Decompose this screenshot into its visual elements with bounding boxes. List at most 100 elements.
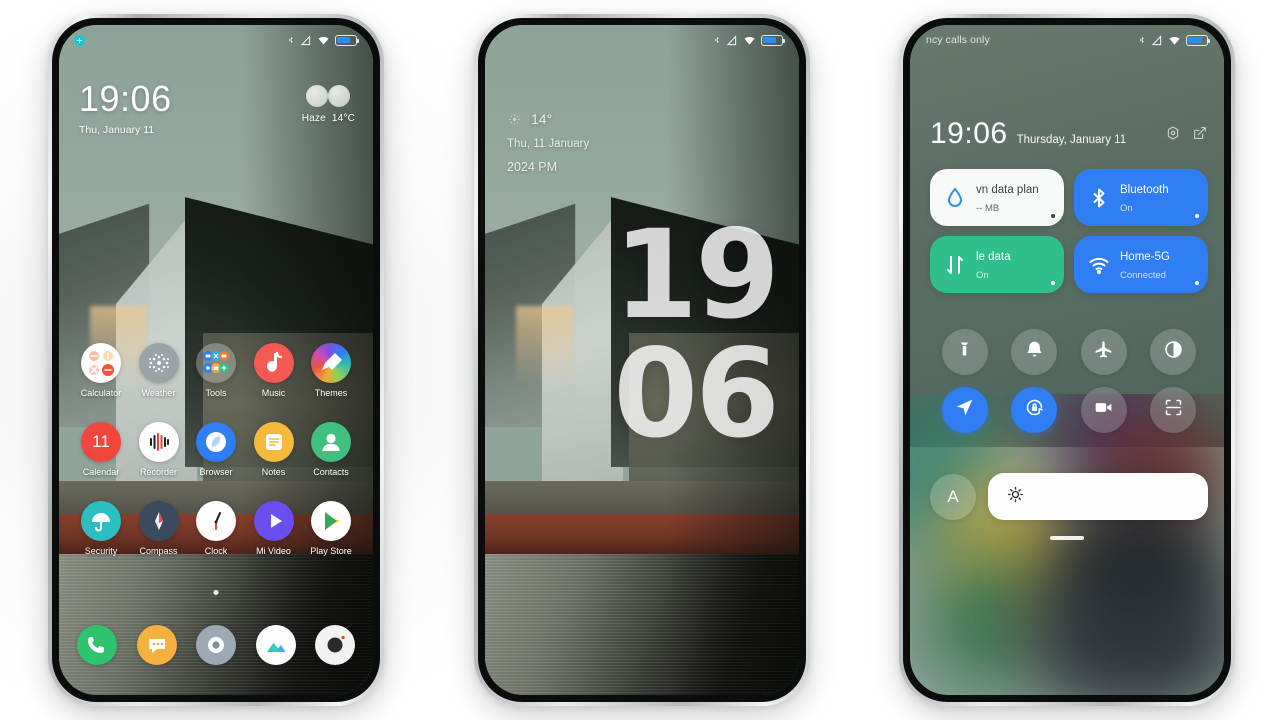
phone-bezel: 14° Thu, 11 January 2024 PM 19 06 — [478, 18, 806, 702]
phone-control-center: ncy calls only 19:06 Thursday, January 1… — [899, 14, 1235, 706]
location-toggle[interactable] — [941, 387, 988, 433]
mobile-data-tile[interactable]: le data On — [930, 236, 1064, 293]
toggle-grid — [930, 329, 1208, 433]
app-mi-video[interactable]: Mi Video — [246, 500, 302, 557]
settings-gear-icon[interactable] — [1165, 125, 1181, 146]
status-bar: ncy calls only — [910, 25, 1224, 55]
phone-icon[interactable] — [77, 625, 117, 665]
home-clock-widget[interactable]: 19:06 Thu, January 11 — [79, 81, 172, 137]
scanner-toggle[interactable] — [1150, 387, 1197, 433]
app-play-store[interactable]: Play Store — [303, 500, 359, 557]
page-indicator — [213, 590, 219, 595]
app-security[interactable]: Security — [73, 500, 129, 557]
calendar-day: 11 — [92, 431, 110, 451]
flashlight-icon — [954, 339, 975, 365]
app-row: 11 Calendar Recorder Browser Notes Conta… — [73, 421, 359, 478]
tile-label: Home-5G — [1120, 250, 1170, 263]
dock — [59, 625, 373, 665]
phone-bezel: ncy calls only 19:06 Thursday, January 1… — [903, 18, 1231, 702]
app-weather[interactable]: Weather — [131, 343, 187, 399]
app-label: Contacts — [313, 466, 349, 477]
lockscreen-date: Thu, 11 January — [507, 138, 590, 150]
bluetooth-icon — [1140, 37, 1144, 43]
drag-handle[interactable] — [1050, 536, 1084, 540]
camera-icon[interactable] — [315, 625, 355, 665]
app-clock[interactable]: Clock — [188, 500, 244, 557]
wifi-tile[interactable]: Home-5G Connected — [1074, 236, 1208, 293]
wifi-icon — [1169, 36, 1180, 45]
app-label: Play Store — [310, 545, 352, 556]
scan-icon — [1163, 397, 1184, 423]
app-music[interactable]: Music — [246, 343, 302, 399]
screen-recorder-toggle[interactable] — [1080, 387, 1127, 433]
tile-sublabel: Connected — [1120, 269, 1166, 281]
tile-status-dot — [1195, 281, 1199, 285]
app-label: Mi Video — [256, 545, 291, 556]
notification-dot[interactable] — [74, 35, 85, 46]
app-recorder[interactable]: Recorder — [131, 421, 187, 478]
video-camera-icon — [1093, 397, 1114, 423]
wifi-icon — [744, 36, 755, 45]
music-icon — [253, 343, 294, 383]
status-bar — [485, 25, 799, 55]
weather-condition: Haze — [301, 113, 326, 124]
bluetooth-tile[interactable]: Bluetooth On — [1074, 169, 1208, 226]
clock-icon — [196, 500, 236, 541]
edit-icon[interactable] — [1192, 125, 1208, 146]
home-weather-text: Haze 14°C — [302, 113, 355, 124]
weather-icon — [138, 343, 179, 383]
settings-icon[interactable] — [196, 625, 236, 665]
app-grid: Calculator Weather Tools Music Themes 11… — [59, 343, 373, 580]
airplane-mode-toggle[interactable] — [1080, 329, 1127, 375]
brightness-row: A — [930, 473, 1208, 520]
data-arrows-icon — [943, 253, 967, 277]
app-compass[interactable]: Compass — [131, 500, 187, 557]
battery-icon — [761, 34, 785, 46]
browser-icon — [196, 421, 236, 462]
contrast-icon — [1163, 339, 1184, 365]
home-weather-widget[interactable]: Haze 14°C — [302, 83, 355, 124]
wifi-icon — [318, 36, 329, 45]
battery-icon — [335, 34, 359, 46]
play-store-icon — [311, 500, 351, 541]
brightness-slider[interactable] — [988, 473, 1208, 520]
app-calculator[interactable]: Calculator — [73, 343, 129, 399]
calendar-icon: 11 — [81, 421, 121, 462]
app-label: Notes — [261, 466, 286, 477]
flashlight-toggle[interactable] — [941, 329, 988, 375]
auto-rotate-toggle[interactable] — [1011, 387, 1058, 433]
app-row: Calculator Weather Tools Music Themes — [73, 343, 359, 399]
lockscreen-weather[interactable]: 14° — [507, 111, 589, 127]
app-label: Security — [84, 545, 118, 556]
bell-icon — [1024, 339, 1045, 365]
app-notes[interactable]: Notes — [246, 421, 302, 478]
big-clock-hours: 19 — [613, 204, 780, 346]
sun-icon — [507, 112, 522, 127]
bluetooth-icon — [715, 37, 719, 43]
messages-icon[interactable] — [136, 625, 177, 665]
app-tools[interactable]: Tools — [188, 343, 244, 399]
sun-brightness-icon — [1006, 485, 1025, 509]
lockscreen-temperature: 14° — [531, 111, 553, 127]
phone-lock-screen: 14° Thu, 11 January 2024 PM 19 06 — [474, 14, 810, 706]
app-browser[interactable]: Browser — [188, 421, 244, 478]
data-plan-tile[interactable]: vn data plan -- MB — [930, 169, 1064, 226]
cc-date: Thursday, January 11 — [1016, 134, 1127, 146]
dark-mode-toggle[interactable] — [1150, 329, 1197, 375]
gallery-icon[interactable] — [255, 625, 296, 665]
app-themes[interactable]: Themes — [303, 343, 359, 399]
tile-sublabel: -- MB — [976, 202, 1000, 214]
wifi-icon — [1087, 253, 1111, 277]
app-contacts[interactable]: Contacts — [303, 421, 359, 478]
control-center-header: 19:06 Thursday, January 11 — [930, 119, 1208, 149]
cc-time: 19:06 — [930, 117, 1008, 150]
ringer-toggle[interactable] — [1011, 329, 1058, 375]
haze-icon — [306, 83, 351, 109]
app-calendar[interactable]: 11 Calendar — [73, 421, 129, 478]
contacts-icon — [311, 421, 351, 462]
airplane-icon — [1093, 339, 1114, 365]
phone-bezel: 19:06 Thu, January 11 Haze 14°C Calculat… — [52, 18, 380, 702]
app-label: Calendar — [82, 466, 120, 477]
security-icon — [81, 500, 121, 541]
auto-brightness-toggle[interactable]: A — [930, 473, 976, 520]
